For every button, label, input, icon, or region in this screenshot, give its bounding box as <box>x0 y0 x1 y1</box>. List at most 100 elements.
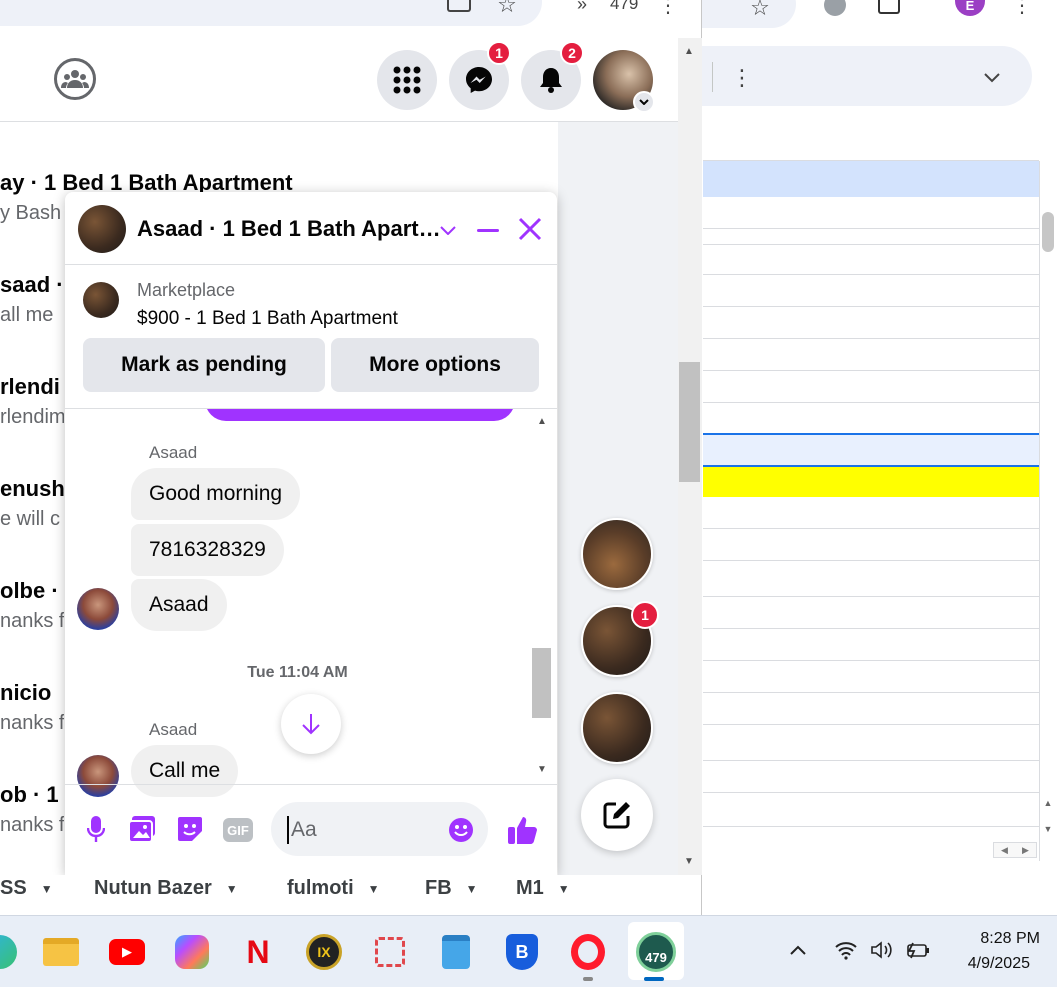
battery-icon[interactable] <box>902 938 932 962</box>
message-timestamp: Tue 11:04 AM <box>247 664 348 681</box>
chat-scroll-down-icon[interactable]: ▼ <box>535 762 549 776</box>
chat-popup: Asaad · 1 Bed 1 Bath Apart… Marketplace … <box>65 192 557 875</box>
clock-time[interactable]: 8:28 PM <box>952 930 1040 948</box>
messenger-icon <box>466 67 492 93</box>
sender-avatar[interactable] <box>77 755 119 797</box>
mark-as-pending-button[interactable]: Mark as pending <box>83 338 325 392</box>
running-indicator <box>644 977 664 981</box>
thumbs-up-icon[interactable] <box>505 812 541 848</box>
emoji-icon[interactable] <box>447 816 475 844</box>
conversation-item[interactable]: rlendi rlendim <box>0 374 64 429</box>
sheet-highlight-row <box>703 467 1039 497</box>
extensions-puzzle-icon[interactable] <box>878 0 900 14</box>
caret-down-icon: ▼ <box>225 881 238 896</box>
bookmark-folder[interactable]: M1 ▼ <box>516 877 570 900</box>
sheet-right-border <box>1039 161 1040 861</box>
facebook-window: ☆ » 479 ⋮ 1 2 ▲ ▼ ay · 1 Bed 1 Bath Apar… <box>0 0 702 915</box>
sticker-icon[interactable] <box>175 814 205 844</box>
groups-icon[interactable] <box>54 58 96 100</box>
clock-date[interactable]: 4/9/2025 <box>940 955 1030 973</box>
sender-name: Asaad <box>149 443 198 462</box>
compose-icon <box>603 802 630 829</box>
gif-button[interactable]: GIF <box>223 818 253 842</box>
chat-head-badge: 1 <box>631 601 659 629</box>
bookmark-star-icon[interactable]: ☆ <box>748 0 772 19</box>
sheet-vscroll-thumb[interactable] <box>1042 212 1054 252</box>
bookmark-label: M1 <box>516 877 544 899</box>
photo-icon[interactable] <box>127 814 157 844</box>
conversation-item[interactable]: ob · 1nanks fo <box>0 782 64 837</box>
bookmark-folder[interactable]: FB ▼ <box>425 877 478 900</box>
sheet-selected-band <box>703 433 1039 467</box>
account-chevron-icon[interactable] <box>633 91 655 113</box>
bell-icon <box>540 68 562 93</box>
netflix-icon[interactable]: N <box>236 930 280 974</box>
chat-head[interactable] <box>581 692 653 764</box>
tab-count: 479 <box>610 0 639 13</box>
sheet-scroll-down-icon[interactable]: ▼ <box>1041 822 1055 836</box>
chat-avatar[interactable] <box>78 205 126 253</box>
file-explorer-icon[interactable] <box>39 930 83 974</box>
toolbar-divider <box>712 62 713 92</box>
bookmark-folder[interactable]: SS ▼ <box>0 877 53 900</box>
conversation-item[interactable]: saad · all me <box>0 272 64 327</box>
sheet-scroll-right-icon[interactable]: ▲ <box>1041 796 1055 810</box>
conversation-item[interactable]: enush e will c <box>0 476 64 531</box>
bookmark-label: SS <box>0 877 27 899</box>
minimize-icon[interactable] <box>477 229 499 232</box>
microphone-icon[interactable] <box>83 814 109 844</box>
running-indicator <box>583 977 593 981</box>
bookmark-folder[interactable]: Nutun Bazer ▼ <box>94 877 238 900</box>
youtube-icon[interactable]: ▶ <box>105 930 149 974</box>
close-icon[interactable] <box>517 216 543 242</box>
browser-menu-icon[interactable]: ⋮ <box>658 0 678 16</box>
conversation-item[interactable]: olbe ·nanks fo <box>0 578 64 633</box>
fb-scroll-down-icon[interactable]: ▼ <box>682 854 696 868</box>
chat-header-divider <box>65 264 557 265</box>
bitwarden-icon[interactable]: B <box>500 930 544 974</box>
bookmark-folder[interactable]: fulmoti ▼ <box>287 877 380 900</box>
caret-down-icon: ▼ <box>557 881 570 896</box>
edge-icon[interactable] <box>0 930 22 974</box>
sender-avatar[interactable] <box>77 588 119 630</box>
chat-scroll-up-icon[interactable]: ▲ <box>535 414 549 428</box>
wifi-icon[interactable] <box>832 938 860 962</box>
chevron-down-icon[interactable] <box>978 64 1006 92</box>
listing-title[interactable]: $900 - 1 Bed 1 Bath Apartment <box>137 308 398 330</box>
more-options-button[interactable]: More options <box>331 338 539 392</box>
fb-scroll-up-icon[interactable]: ▲ <box>682 44 696 58</box>
message-bubble[interactable]: Good morning <box>131 468 301 520</box>
chat-title-chevron-icon[interactable] <box>436 220 460 240</box>
caret-down-icon: ▼ <box>465 881 478 896</box>
listing-thumbnail[interactable] <box>83 282 119 318</box>
composer-divider <box>65 784 557 785</box>
message-bubble[interactable]: Call me <box>131 745 239 797</box>
copilot-icon[interactable] <box>170 930 214 974</box>
bookmark-star-icon[interactable]: ☆ <box>495 0 519 16</box>
chat-head[interactable] <box>581 518 653 590</box>
message-bubble[interactable]: 7816328329 <box>131 524 284 576</box>
fb-scrollbar-thumb[interactable] <box>679 362 700 482</box>
tray-overflow-icon[interactable] <box>786 938 810 962</box>
sheet-header-band <box>703 161 1039 197</box>
bookmark-label: Nutun Bazer <box>94 877 212 899</box>
extension-arrows-icon[interactable]: » <box>570 0 594 14</box>
sheet-hscroll[interactable]: ◀ ▶ <box>993 842 1037 858</box>
sender-name: Asaad <box>149 720 198 739</box>
chat-scrollbar-thumb[interactable] <box>532 648 551 718</box>
more-vert-icon[interactable]: ⋮ <box>730 64 754 92</box>
opera-icon[interactable] <box>566 930 610 974</box>
scroll-to-bottom-button[interactable] <box>281 694 341 754</box>
cast-icon[interactable] <box>447 0 471 12</box>
ix-app-icon[interactable]: IX <box>302 930 346 974</box>
snipping-tool-icon[interactable] <box>368 930 412 974</box>
message-bubble[interactable]: Asaad <box>131 579 227 631</box>
menu-grid-button[interactable] <box>377 50 437 110</box>
volume-icon[interactable] <box>868 938 896 962</box>
conversation-item[interactable]: nicionanks fo <box>0 680 64 735</box>
chrome-profile-icon[interactable]: 479 <box>634 930 678 974</box>
chat-title[interactable]: Asaad · 1 Bed 1 Bath Apart… <box>137 216 441 242</box>
browser-menu-icon[interactable]: ⋮ <box>1012 0 1032 16</box>
notepad-icon[interactable] <box>434 930 478 974</box>
new-message-button[interactable] <box>581 779 653 851</box>
